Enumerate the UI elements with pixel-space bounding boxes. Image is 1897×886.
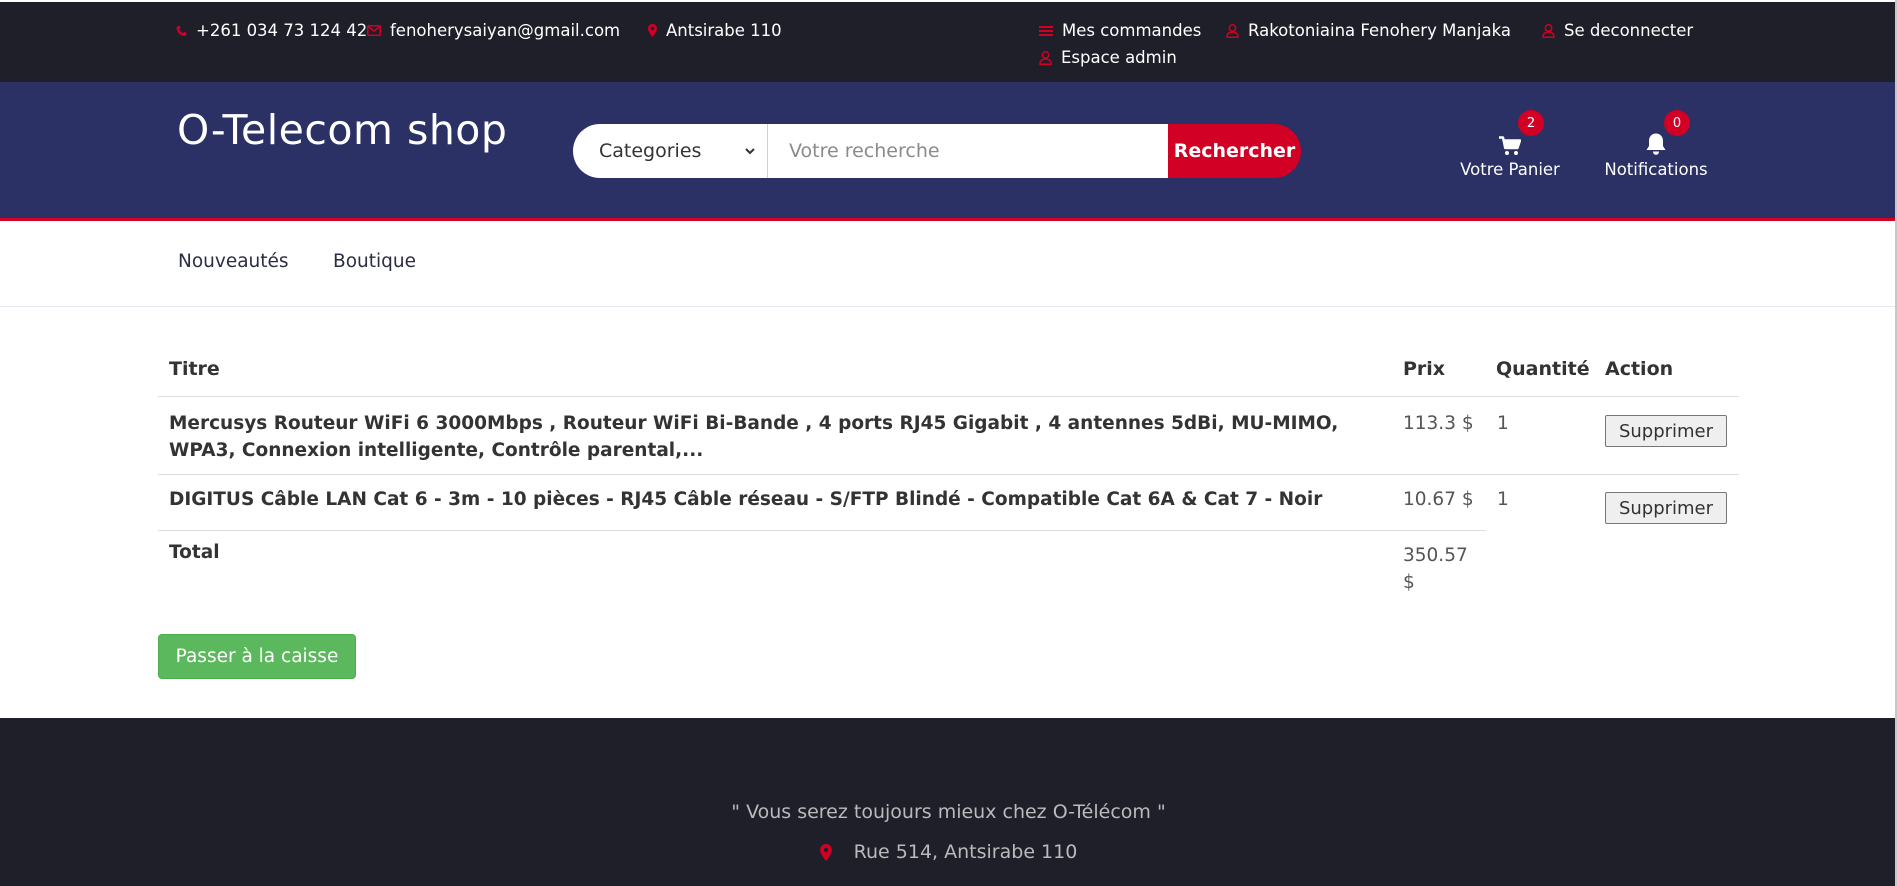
table-divider xyxy=(158,530,1486,531)
category-select-value: Categories xyxy=(599,140,702,162)
category-select[interactable]: Categories xyxy=(573,124,768,178)
column-header-price: Prix xyxy=(1403,358,1446,380)
footer-address: Rue 514, Antsirabe 110 xyxy=(0,841,1897,863)
total-label: Total xyxy=(169,542,220,563)
product-price: 113.3 $ xyxy=(1403,413,1474,434)
cart-icon-wrap: 2 xyxy=(1499,110,1544,156)
notifications-count-badge: 0 xyxy=(1664,110,1690,136)
email-text: fenoherysaiyan@gmail.com xyxy=(390,21,621,40)
bars-icon xyxy=(1039,25,1053,36)
column-header-title: Titre xyxy=(169,358,220,380)
product-quantity: 1 xyxy=(1497,489,1509,510)
logout-link[interactable]: Se deconnecter xyxy=(1542,21,1693,40)
column-header-quantity: Quantité xyxy=(1496,358,1590,380)
map-marker-icon xyxy=(648,24,657,37)
footer-quote: " Vous serez toujours mieux chez O-Téléc… xyxy=(731,801,1166,823)
chevron-down-icon xyxy=(745,148,755,155)
search-form: Categories Votre recherche Rechercher xyxy=(573,124,1301,178)
search-button[interactable]: Rechercher xyxy=(1168,124,1301,178)
notifications-label: Notifications xyxy=(1604,160,1708,179)
user-icon xyxy=(1226,23,1239,38)
admin-space-label: Espace admin xyxy=(1061,48,1177,67)
total-value: 350.57 $ xyxy=(1403,545,1468,593)
phone-link[interactable]: +261 034 73 124 42 xyxy=(176,21,367,40)
header: O-Telecom shop Categories Votre recherch… xyxy=(0,82,1897,221)
nav-item-boutique[interactable]: Boutique xyxy=(333,251,416,272)
remove-item-button[interactable]: Supprimer xyxy=(1605,415,1727,447)
table-divider xyxy=(158,474,1739,475)
user-account-link[interactable]: Rakotoniaina Fenohery Manjaka xyxy=(1226,21,1511,40)
envelope-icon xyxy=(367,25,381,36)
user-icon xyxy=(1039,50,1052,65)
product-price: 10.67 $ xyxy=(1403,489,1474,510)
user-icon xyxy=(1542,23,1555,38)
search-input[interactable]: Votre recherche xyxy=(768,124,1168,178)
notifications-link[interactable]: 0 Notifications xyxy=(1600,110,1712,179)
column-header-action: Action xyxy=(1605,358,1674,380)
my-orders-link[interactable]: Mes commandes xyxy=(1039,21,1201,40)
address-text: Antsirabe 110 xyxy=(666,21,782,40)
logout-label: Se deconnecter xyxy=(1564,21,1694,40)
email-link[interactable]: fenoherysaiyan@gmail.com xyxy=(367,21,620,40)
phone-text: +261 034 73 124 42 xyxy=(196,21,368,40)
cart-count-badge: 2 xyxy=(1518,110,1544,136)
footer-address-text: Rue 514, Antsirabe 110 xyxy=(853,841,1078,863)
cart-icon xyxy=(1499,136,1521,155)
admin-space-link[interactable]: Espace admin xyxy=(1039,48,1177,67)
product-quantity: 1 xyxy=(1497,413,1509,434)
cart-link[interactable]: 2 Votre Panier xyxy=(1455,110,1565,179)
footer: " Vous serez toujours mieux chez O-Téléc… xyxy=(0,718,1897,886)
nav-item-nouveautes[interactable]: Nouveautés xyxy=(178,251,289,272)
checkout-button[interactable]: Passer à la caisse xyxy=(158,634,356,679)
cart-label: Votre Panier xyxy=(1460,160,1560,179)
phone-icon xyxy=(176,25,187,36)
top-bar: +261 034 73 124 42 fenoherysaiyan@gmail.… xyxy=(0,0,1897,82)
map-marker-icon xyxy=(819,843,832,861)
address-link[interactable]: Antsirabe 110 xyxy=(648,21,782,40)
site-logo[interactable]: O-Telecom shop xyxy=(177,106,507,154)
table-divider xyxy=(158,396,1739,397)
remove-item-button[interactable]: Supprimer xyxy=(1605,492,1727,524)
search-placeholder: Votre recherche xyxy=(789,140,940,162)
my-orders-label: Mes commandes xyxy=(1062,21,1202,40)
bell-icon-wrap: 0 xyxy=(1645,110,1690,156)
user-name: Rakotoniaina Fenohery Manjaka xyxy=(1248,21,1511,40)
product-title: Mercusys Routeur WiFi 6 3000Mbps , Route… xyxy=(169,413,1339,461)
main-nav: Nouveautés Boutique xyxy=(0,221,1897,307)
page: +261 034 73 124 42 fenoherysaiyan@gmail.… xyxy=(0,0,1897,886)
product-title: DIGITUS Câble LAN Cat 6 - 3m - 10 pièces… xyxy=(169,489,1323,510)
bell-icon xyxy=(1646,133,1666,155)
